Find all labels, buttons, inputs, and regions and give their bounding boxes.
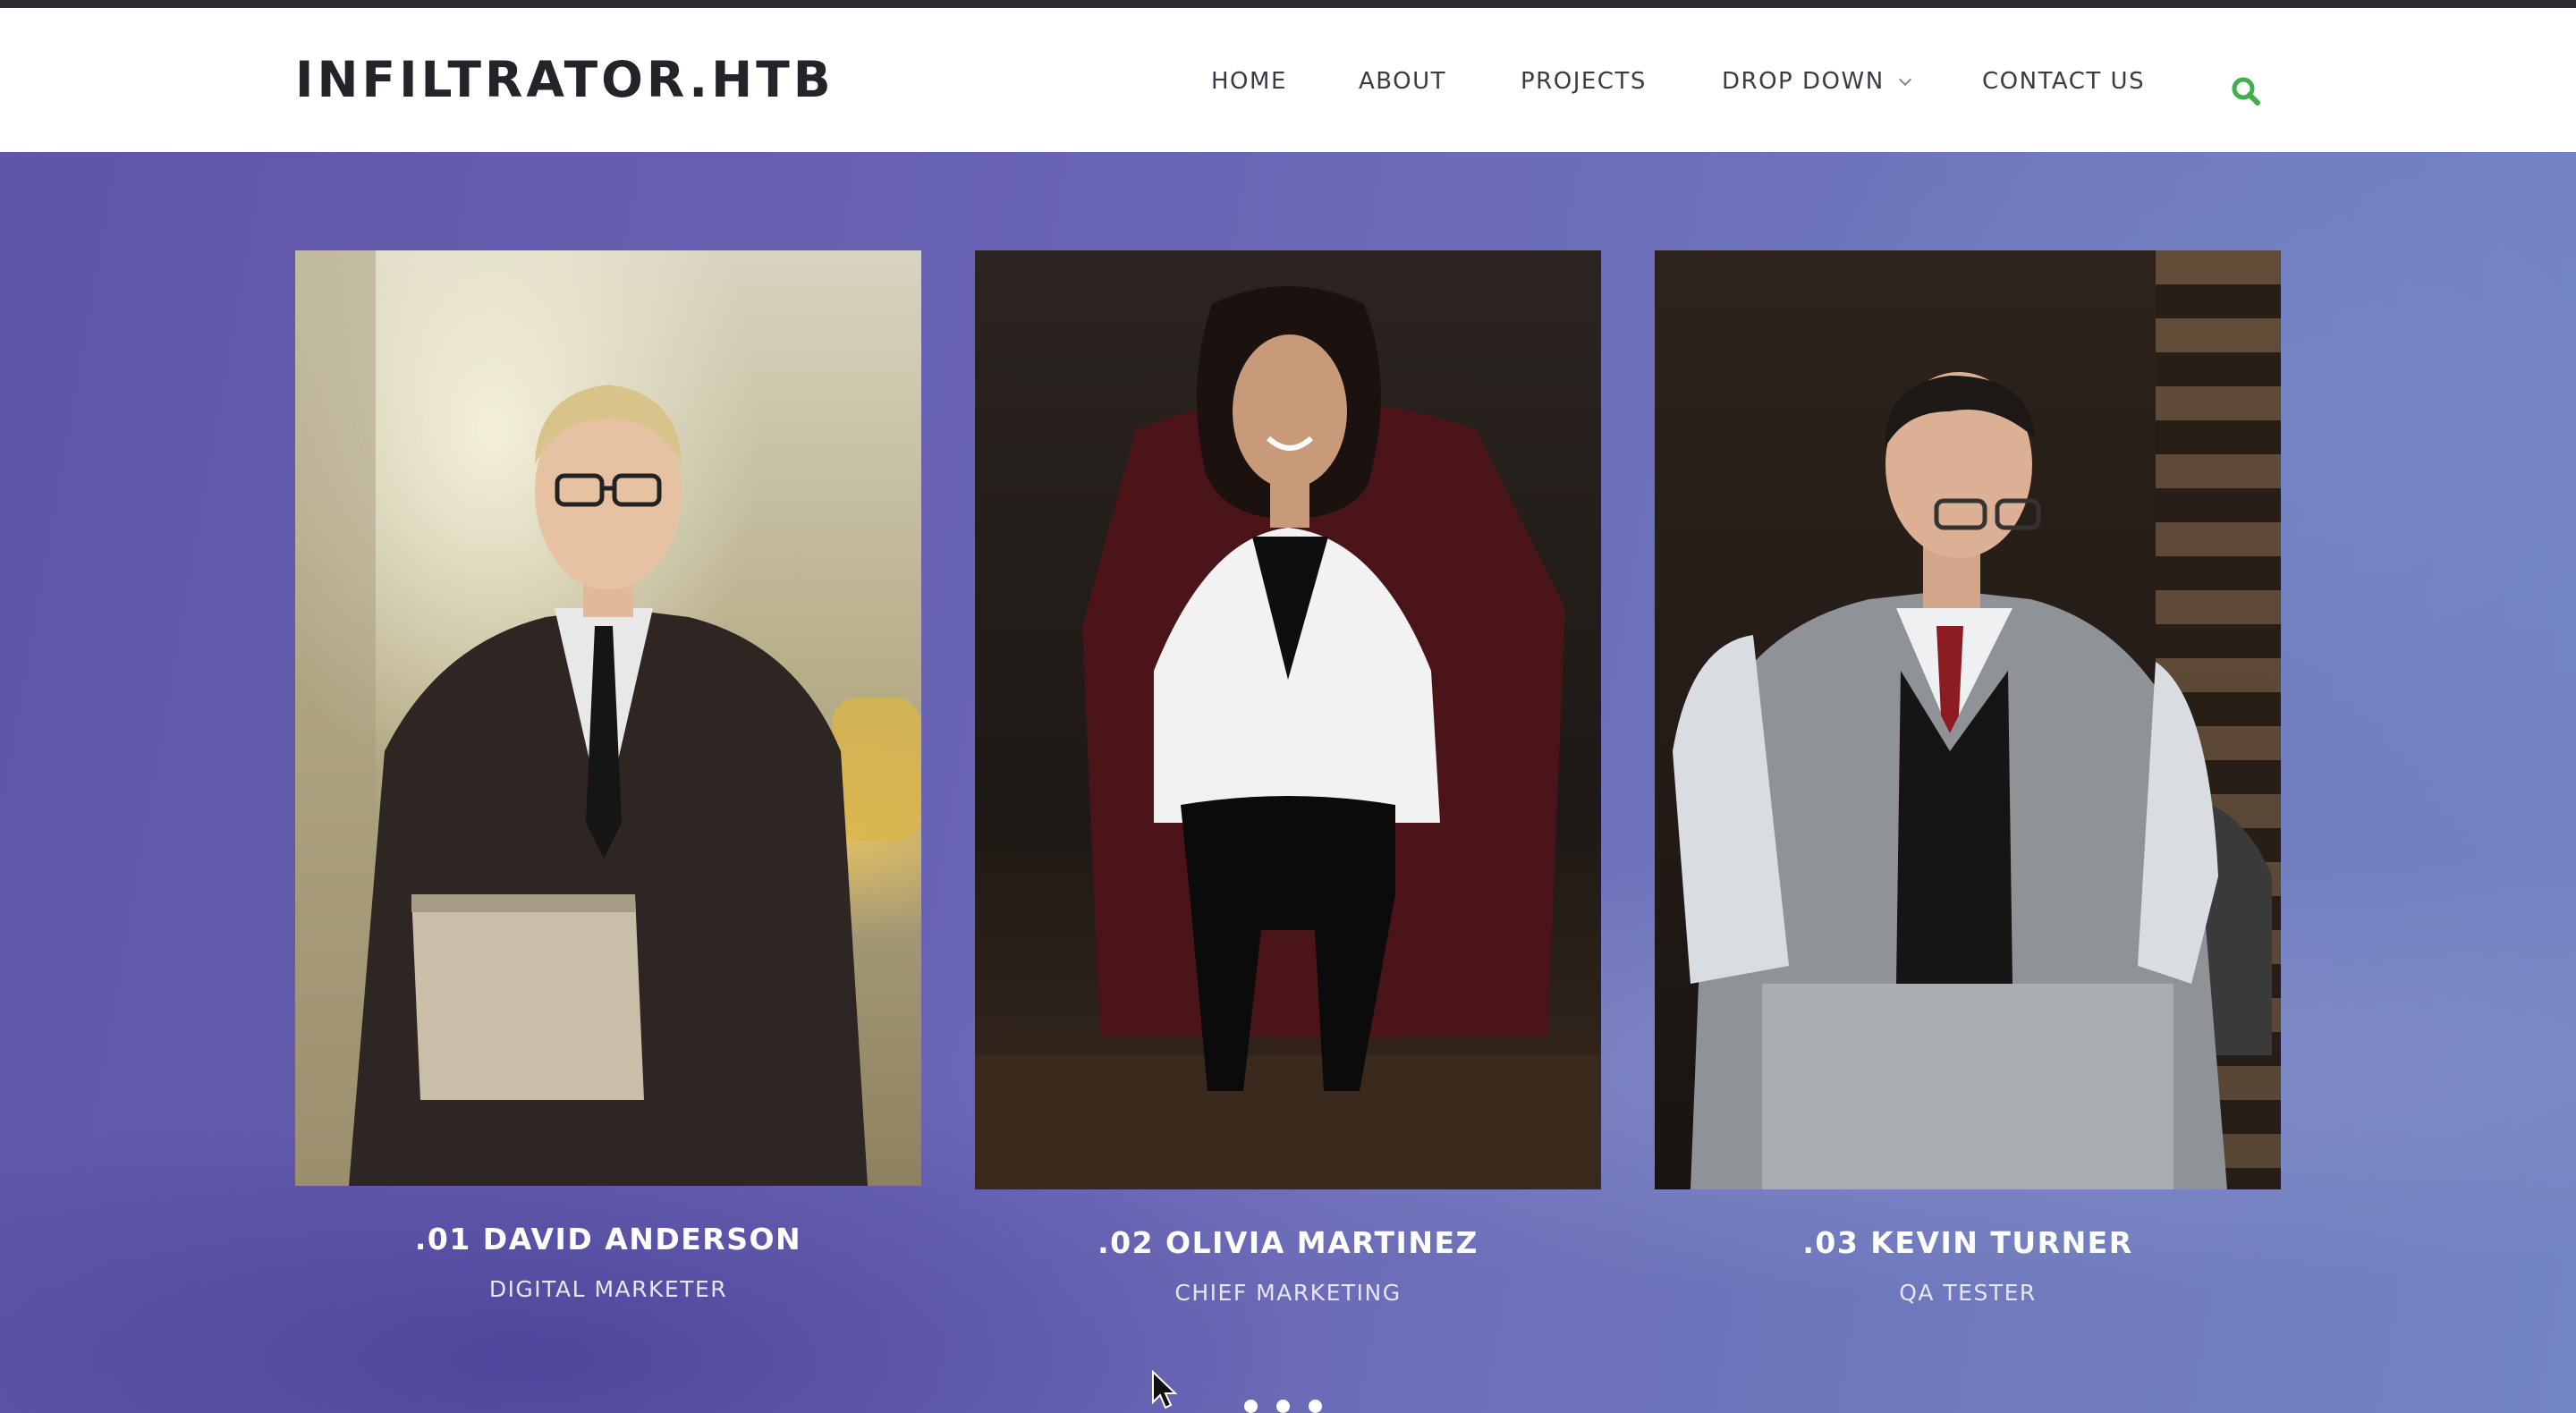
carousel-dot[interactable] xyxy=(1276,1400,1290,1413)
team-photo-david-anderson xyxy=(295,250,921,1186)
browser-top-strip xyxy=(0,0,2576,8)
carousel-pagination xyxy=(1244,1400,1334,1413)
team-card: .01 DAVID ANDERSON DIGITAL MARKETER xyxy=(295,250,921,1302)
nav-about[interactable]: ABOUT xyxy=(1359,68,1446,95)
chevron-down-icon xyxy=(1898,72,1911,87)
team-photo-kevin-turner xyxy=(1655,250,2281,1189)
team-section: .01 DAVID ANDERSON DIGITAL MARKETER .02 … xyxy=(0,152,2576,1413)
team-card: .03 KEVIN TURNER QA TESTER xyxy=(1655,250,2281,1306)
team-member-name: .02 OLIVIA MARTINEZ xyxy=(1097,1225,1479,1260)
carousel-dot[interactable] xyxy=(1309,1400,1322,1413)
search-button[interactable] xyxy=(2231,76,2261,106)
team-card: .02 OLIVIA MARTINEZ CHIEF MARKETING xyxy=(975,250,1601,1306)
team-member-name: .01 DAVID ANDERSON xyxy=(414,1222,802,1256)
team-member-role: DIGITAL MARKETER xyxy=(488,1276,728,1302)
site-logo[interactable]: INFILTRATOR.HTB xyxy=(295,51,835,108)
team-member-role: QA TESTER xyxy=(1899,1280,2037,1306)
nav-home[interactable]: HOME xyxy=(1211,68,1287,95)
nav-dropdown[interactable]: DROP DOWN xyxy=(1722,68,1911,95)
team-photo-olivia-martinez xyxy=(975,250,1601,1189)
team-member-role: CHIEF MARKETING xyxy=(1174,1280,1402,1306)
team-member-name: .03 KEVIN TURNER xyxy=(1802,1225,2133,1260)
person-illustration xyxy=(975,286,1601,1189)
search-icon xyxy=(2232,77,2260,106)
person-illustration xyxy=(295,250,921,1186)
person-illustration xyxy=(1673,372,2272,1189)
site-header: INFILTRATOR.HTB HOME ABOUT PROJECTS DROP… xyxy=(0,8,2576,152)
nav-dropdown-label: DROP DOWN xyxy=(1722,68,1885,95)
mouse-cursor-icon xyxy=(1152,1370,1178,1409)
nav-projects[interactable]: PROJECTS xyxy=(1521,68,1647,95)
carousel-dot[interactable] xyxy=(1244,1400,1258,1413)
nav-contact[interactable]: CONTACT US xyxy=(1982,68,2145,95)
